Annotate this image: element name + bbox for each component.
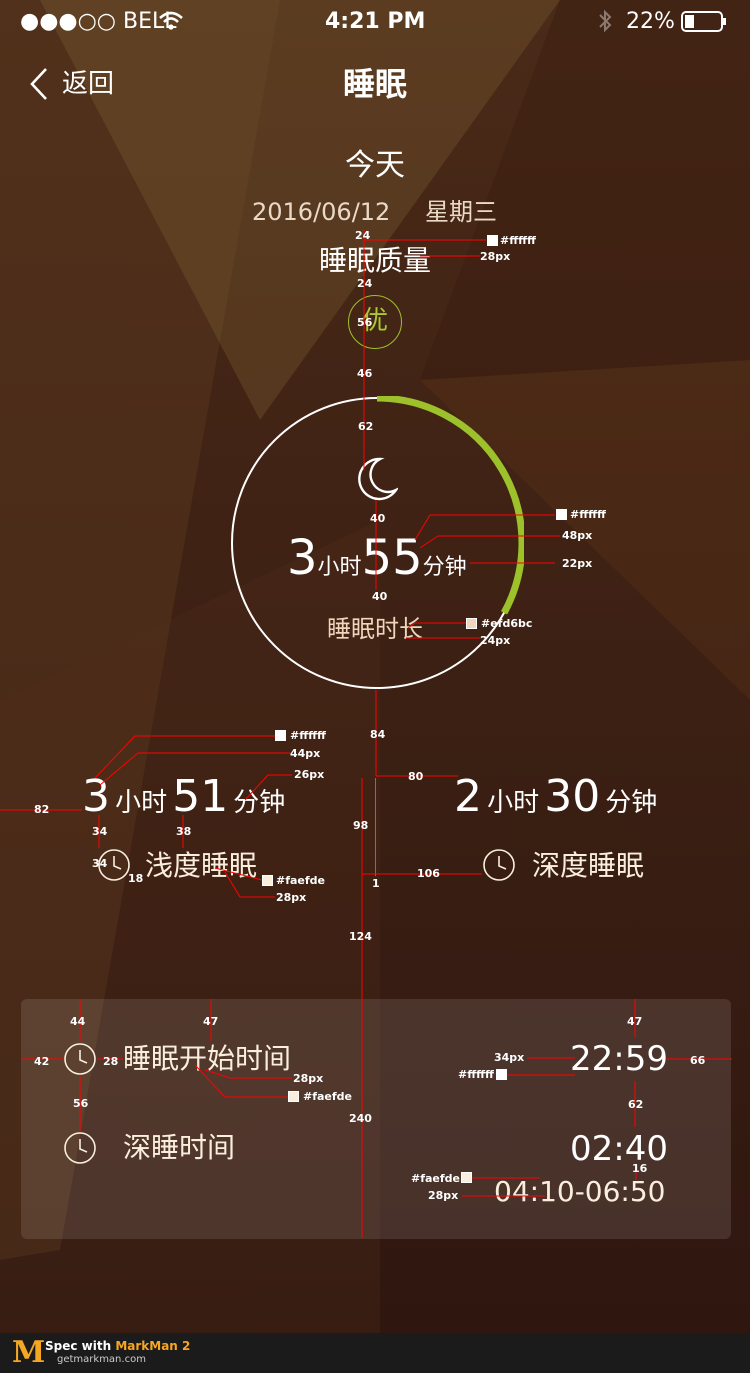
measure-label: 42: [34, 1055, 50, 1068]
size-label: 34px: [494, 1051, 525, 1064]
measure-label: 28: [103, 1055, 119, 1068]
markman-site: getmarkman.com: [57, 1354, 146, 1365]
markman-logo: M: [12, 1335, 46, 1370]
color-label: #faefde: [411, 1172, 461, 1185]
measure-label: 62: [628, 1098, 644, 1111]
brand-prefix: Spec with: [45, 1339, 116, 1353]
color-label: #ffffff: [458, 1068, 494, 1081]
measure-label: 82: [34, 803, 50, 816]
color-label: #faefde: [303, 1090, 353, 1103]
measure-label: 98: [353, 819, 369, 832]
measure-label: 38: [176, 825, 192, 838]
size-label: 28px: [428, 1189, 459, 1202]
color-swatch: [262, 875, 273, 886]
color-label: #ffffff: [290, 729, 326, 742]
color-swatch: [461, 1172, 472, 1183]
color-swatch: [487, 235, 498, 246]
measure-label: 46: [357, 367, 373, 380]
measure-label: 240: [349, 1112, 372, 1125]
measure-label: 124: [349, 930, 372, 943]
measure-label: 24: [357, 277, 373, 290]
measure-label: 106: [417, 867, 440, 880]
measure-label: 16: [632, 1162, 648, 1175]
size-label: 48px: [562, 529, 593, 542]
color-swatch: [496, 1069, 507, 1080]
size-label: 28px: [293, 1072, 324, 1085]
measure-label: 18: [128, 872, 144, 885]
color-label: #ffffff: [500, 234, 536, 247]
measure-label: 40: [372, 590, 388, 603]
measure-label: 80: [408, 770, 424, 783]
color-swatch: [275, 730, 286, 741]
measure-label: 66: [690, 1054, 706, 1067]
color-label: #faefde: [276, 874, 326, 887]
size-label: 44px: [290, 747, 321, 760]
measure-label: 56: [357, 316, 373, 329]
markman-footer: M Spec with MarkMan 2 getmarkman.com: [0, 1333, 750, 1373]
color-label: #ffffff: [570, 508, 606, 521]
measure-label: 40: [370, 512, 386, 525]
size-label: 28px: [276, 891, 307, 904]
measure-label: 47: [627, 1015, 643, 1028]
measure-label: 34: [92, 857, 108, 870]
measure-label: 62: [358, 420, 374, 433]
size-label: 26px: [294, 768, 325, 781]
measure-label: 1: [372, 877, 380, 890]
color-swatch: [466, 618, 477, 629]
measure-label: 44: [70, 1015, 86, 1028]
measure-label: 47: [203, 1015, 219, 1028]
brand-name: MarkMan 2: [115, 1339, 191, 1353]
measure-label: 84: [370, 728, 386, 741]
color-swatch: [288, 1091, 299, 1102]
color-swatch: [556, 509, 567, 520]
size-label: 24px: [480, 634, 511, 647]
size-label: 22px: [562, 557, 593, 570]
measure-label: 34: [92, 825, 108, 838]
measure-label: 24: [355, 229, 371, 242]
measure-label: 56: [73, 1097, 89, 1110]
markman-brand: Spec with MarkMan 2: [45, 1339, 190, 1353]
size-label: 28px: [480, 250, 511, 263]
color-label: #efd6bc: [481, 617, 533, 630]
